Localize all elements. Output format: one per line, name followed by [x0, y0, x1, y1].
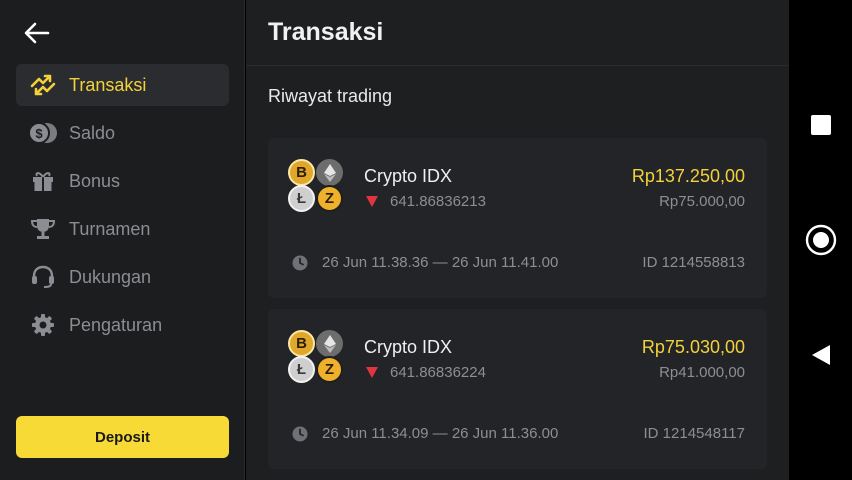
asset-name: Crypto IDX — [364, 337, 453, 357]
bitcoin-icon: B — [288, 330, 315, 357]
zcash-icon: Z — [316, 356, 343, 383]
rate-row: 641.86836224 — [366, 364, 486, 381]
sidebar: Transaksi $ Saldo Bonus Turnamen Dukunga… — [0, 0, 245, 480]
sidebar-nav: Transaksi $ Saldo Bonus Turnamen Dukunga… — [16, 64, 229, 352]
transactions-icon — [28, 73, 58, 97]
investment-amount: Rp75.000,00 — [659, 193, 745, 210]
headset-icon — [28, 265, 58, 289]
sidebar-item-label: Bonus — [69, 170, 121, 191]
sidebar-item-label: Turnamen — [69, 218, 151, 239]
crypto-coins-icon: B Ł Z — [288, 330, 344, 384]
rate-row: 641.86836213 — [366, 193, 486, 210]
sidebar-item-pengaturan[interactable]: Pengaturan — [16, 304, 229, 346]
coins-icon: $ — [28, 121, 58, 145]
sidebar-item-label: Saldo — [69, 122, 116, 143]
back-arrow-icon[interactable] — [22, 18, 52, 48]
time-row: 26 Jun 11.34.09 — 26 Jun 11.36.00 — [292, 425, 558, 442]
home-circle-icon[interactable] — [789, 218, 852, 262]
back-triangle-icon[interactable] — [789, 333, 852, 377]
trophy-icon — [28, 217, 58, 241]
section-title: Riwayat trading — [268, 86, 393, 106]
sidebar-item-label: Pengaturan — [69, 314, 163, 335]
asset-name: Crypto IDX — [364, 166, 453, 186]
clock-icon — [292, 426, 308, 441]
down-arrow-icon — [366, 196, 378, 207]
zcash-icon: Z — [316, 185, 343, 212]
trade-time-range: 26 Jun 11.34.09 — 26 Jun 11.36.00 — [322, 425, 559, 442]
sidebar-item-saldo[interactable]: $ Saldo — [16, 112, 229, 154]
down-arrow-icon — [366, 367, 378, 378]
payout-amount: Rp137.250,00 — [631, 166, 745, 186]
recents-square-icon[interactable] — [789, 103, 852, 147]
sidebar-item-dukungan[interactable]: Dukungan — [16, 256, 229, 298]
svg-text:$: $ — [35, 126, 43, 141]
open-rate: 641.86836224 — [390, 364, 486, 381]
litecoin-icon: Ł — [288, 185, 315, 212]
main-panel: Transaksi Riwayat trading B Ł Z Crypto I… — [246, 0, 789, 480]
header: Transaksi — [246, 0, 789, 66]
payout-amount: Rp75.030,00 — [641, 337, 745, 357]
time-row: 26 Jun 11.38.36 — 26 Jun 11.41.00 — [292, 254, 558, 271]
open-rate: 641.86836213 — [390, 193, 486, 210]
sidebar-item-turnamen[interactable]: Turnamen — [16, 208, 229, 250]
sidebar-item-transaksi[interactable]: Transaksi — [16, 64, 229, 106]
system-nav-bar — [789, 0, 852, 480]
clock-icon — [292, 255, 308, 270]
ethereum-icon — [316, 330, 343, 357]
trade-card[interactable]: B Ł Z Crypto IDX 641.86836213 Rp137.250,… — [268, 138, 767, 298]
trade-id: ID 1214558813 — [642, 254, 745, 271]
sidebar-item-bonus[interactable]: Bonus — [16, 160, 229, 202]
trade-card[interactable]: B Ł Z Crypto IDX 641.86836224 Rp75.030,0… — [268, 309, 767, 469]
gear-icon — [28, 313, 58, 337]
trade-id: ID 1214548117 — [643, 425, 745, 442]
litecoin-icon: Ł — [288, 356, 315, 383]
ethereum-icon — [316, 159, 343, 186]
sidebar-item-label: Transaksi — [69, 74, 147, 95]
page-title: Transaksi — [268, 18, 384, 46]
bitcoin-icon: B — [288, 159, 315, 186]
investment-amount: Rp41.000,00 — [659, 364, 745, 381]
crypto-coins-icon: B Ł Z — [288, 159, 344, 213]
gift-icon — [28, 169, 58, 193]
trade-time-range: 26 Jun 11.38.36 — 26 Jun 11.41.00 — [322, 254, 559, 271]
sidebar-item-label: Dukungan — [69, 266, 152, 287]
deposit-button[interactable]: Deposit — [16, 416, 229, 458]
